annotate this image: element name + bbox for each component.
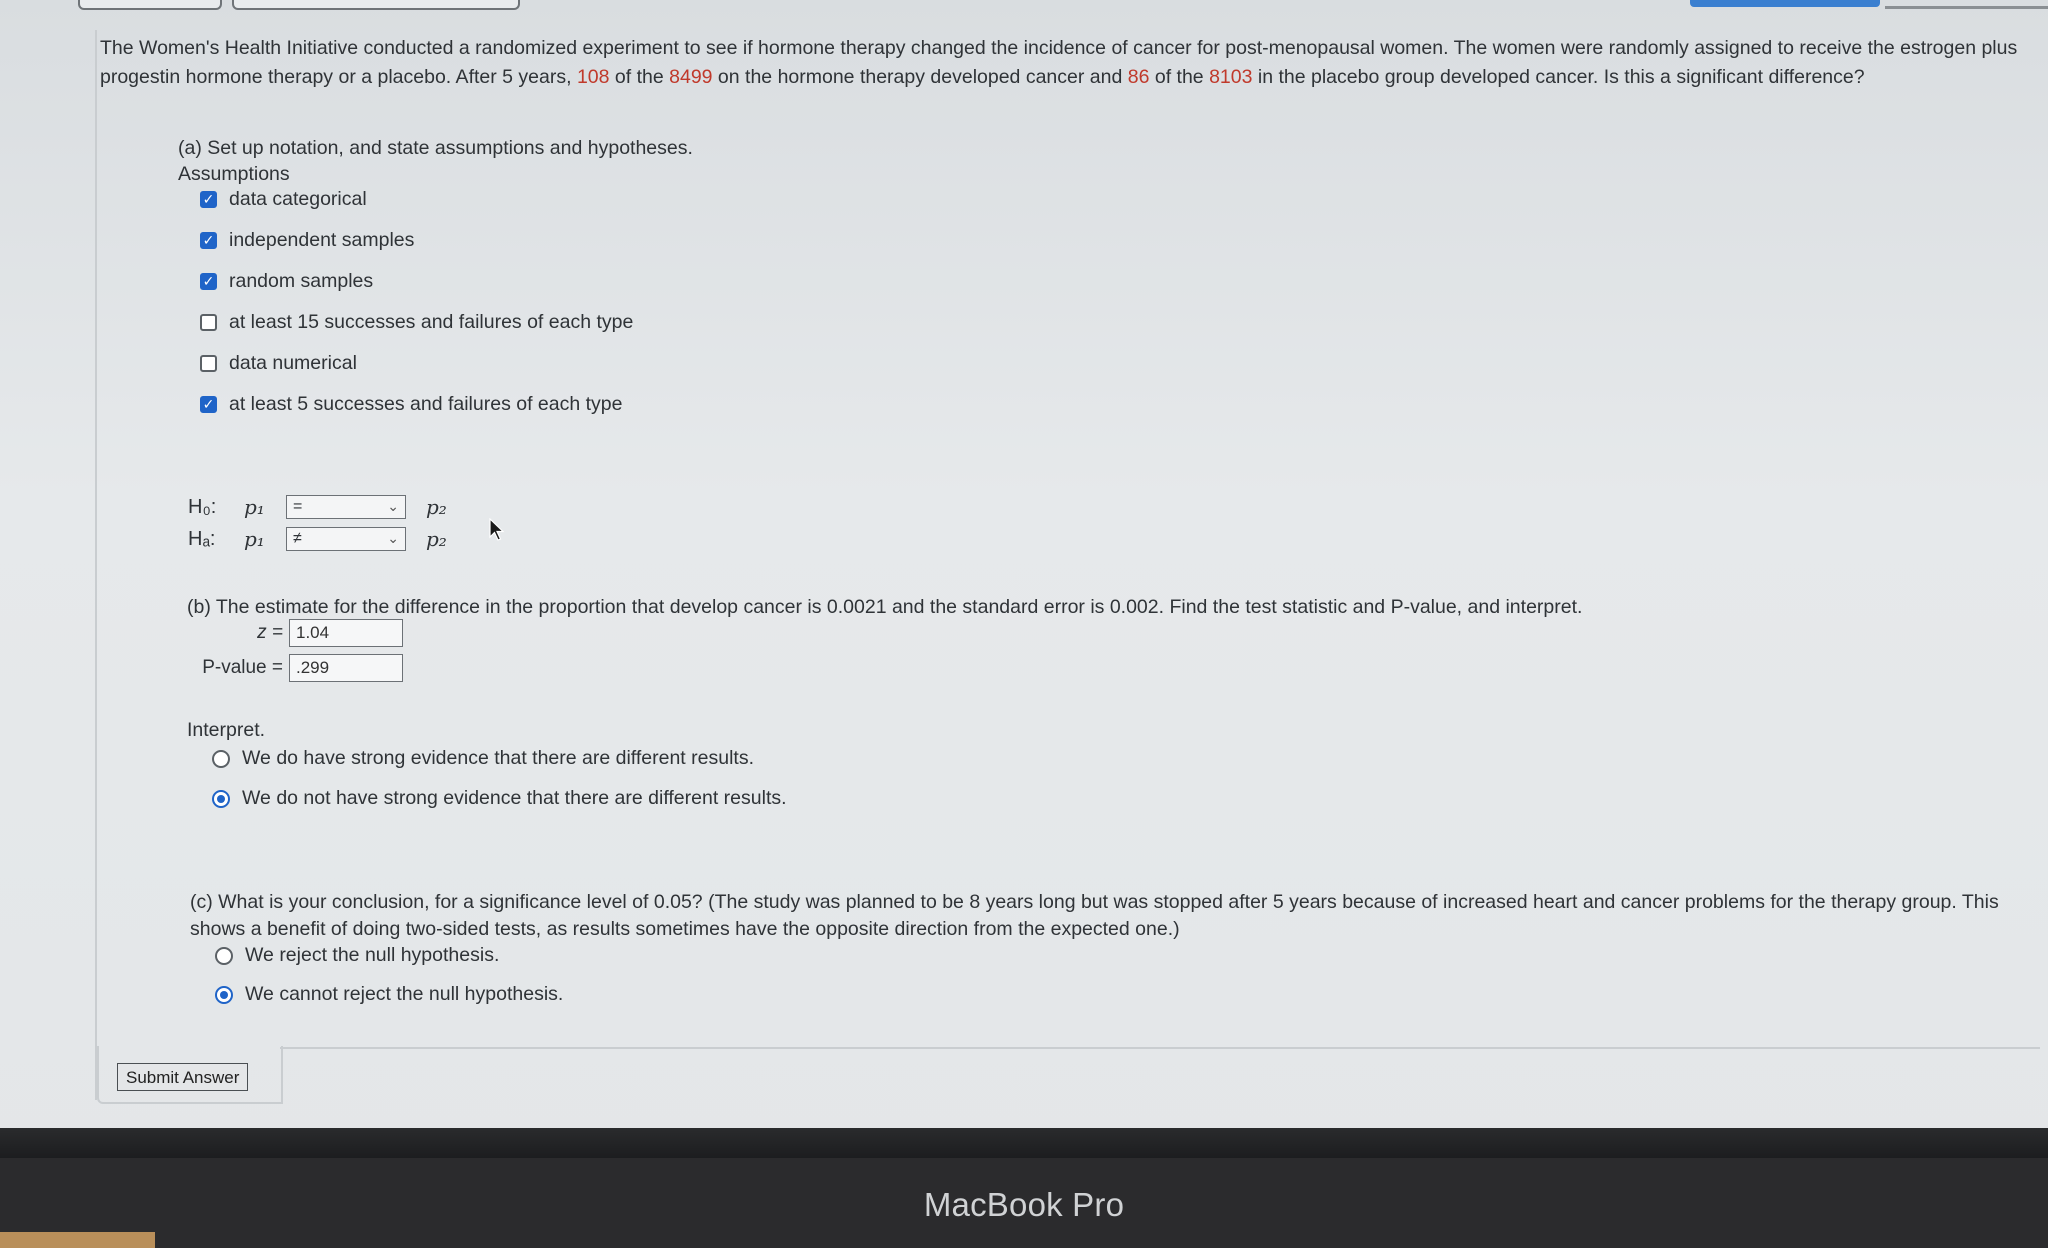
chevron-down-icon: ⌄ bbox=[387, 530, 399, 546]
h0-label: H₀: bbox=[188, 495, 217, 518]
top-right-divider bbox=[1885, 6, 2048, 9]
desk-surface bbox=[0, 1232, 155, 1248]
h0-relation-select[interactable]: = ⌄ bbox=[286, 495, 406, 519]
answer-area-divider bbox=[280, 1047, 2040, 1049]
radio-unselected-icon[interactable] bbox=[215, 946, 233, 965]
p-value-row: P-value = bbox=[187, 654, 403, 682]
p2-symbol: p₂ bbox=[426, 527, 447, 551]
macbook-pro-label: MacBook Pro bbox=[923, 1186, 1125, 1223]
assumption-data-numerical[interactable]: data numerical bbox=[200, 352, 357, 375]
ha-relation-select[interactable]: ≠ ⌄ bbox=[286, 527, 406, 551]
checkbox-checked-icon[interactable]: ✓ bbox=[200, 191, 217, 208]
z-row: z = bbox=[187, 619, 403, 647]
submit-answer-button[interactable]: Submit Answer bbox=[117, 1063, 249, 1091]
checkbox-checked-icon[interactable]: ✓ bbox=[200, 396, 217, 413]
z-input[interactable] bbox=[289, 619, 403, 647]
assumption-data-categorical[interactable]: ✓ data categorical bbox=[200, 188, 367, 211]
null-hypothesis-row: H₀: p₁ = ⌄ p₂ bbox=[188, 495, 447, 519]
part-a-prompt: (a) Set up notation, and state assumptio… bbox=[178, 137, 693, 159]
interpret-label: Interpret. bbox=[187, 719, 266, 741]
conclusion-option-reject[interactable]: We reject the null hypothesis. bbox=[215, 944, 499, 967]
placebo-cancer-count: 86 bbox=[1127, 66, 1150, 88]
z-label: z = bbox=[257, 622, 283, 643]
checkbox-unchecked-icon[interactable] bbox=[200, 355, 217, 372]
question-left-rail bbox=[95, 30, 97, 1100]
checkbox-checked-icon[interactable]: ✓ bbox=[200, 232, 217, 249]
assumption-random-samples[interactable]: ✓ random samples bbox=[200, 270, 373, 293]
assumption-5-successes[interactable]: ✓ at least 5 successes and failures of e… bbox=[200, 393, 622, 416]
p2-symbol: p₂ bbox=[426, 495, 447, 519]
screen-bottom-edge bbox=[0, 1128, 2048, 1158]
assumptions-label: Assumptions bbox=[178, 163, 290, 185]
top-tab-left bbox=[78, 0, 222, 10]
interpret-option-strong-evidence[interactable]: We do have strong evidence that there ar… bbox=[212, 747, 754, 770]
mouse-cursor-icon bbox=[489, 518, 505, 541]
chevron-down-icon: ⌄ bbox=[387, 498, 399, 514]
conclusion-option-cannot-reject[interactable]: We cannot reject the null hypothesis. bbox=[215, 983, 563, 1006]
ha-label: Hₐ: bbox=[188, 527, 216, 550]
radio-unselected-icon[interactable] bbox=[212, 749, 230, 768]
radio-selected-icon[interactable] bbox=[212, 789, 230, 808]
checkbox-unchecked-icon[interactable] bbox=[200, 314, 217, 331]
p-value-input[interactable] bbox=[289, 654, 403, 682]
assumption-independent-samples[interactable]: ✓ independent samples bbox=[200, 229, 414, 252]
p1-symbol: p₁ bbox=[244, 495, 265, 519]
assumption-15-successes[interactable]: at least 15 successes and failures of ea… bbox=[200, 311, 633, 334]
alt-hypothesis-row: Hₐ: p₁ ≠ ⌄ p₂ bbox=[188, 527, 447, 551]
part-c-prompt: (c) What is your conclusion, for a signi… bbox=[190, 891, 1999, 940]
top-blue-button[interactable] bbox=[1690, 0, 1880, 7]
checkbox-checked-icon[interactable]: ✓ bbox=[200, 273, 217, 290]
p1-symbol: p₁ bbox=[244, 527, 265, 551]
interpret-option-no-strong-evidence[interactable]: We do not have strong evidence that ther… bbox=[212, 787, 787, 810]
therapy-total-count: 8499 bbox=[669, 66, 713, 88]
therapy-cancer-count: 108 bbox=[576, 66, 610, 88]
radio-selected-icon[interactable] bbox=[215, 985, 233, 1004]
question-text: The Women's Health Initiative conducted … bbox=[100, 37, 2018, 88]
top-tab-middle bbox=[232, 0, 520, 10]
p-value-label: P-value = bbox=[202, 657, 283, 678]
placebo-total-count: 8103 bbox=[1209, 66, 1253, 88]
part-b-prompt: (b) The estimate for the difference in t… bbox=[187, 596, 1583, 618]
